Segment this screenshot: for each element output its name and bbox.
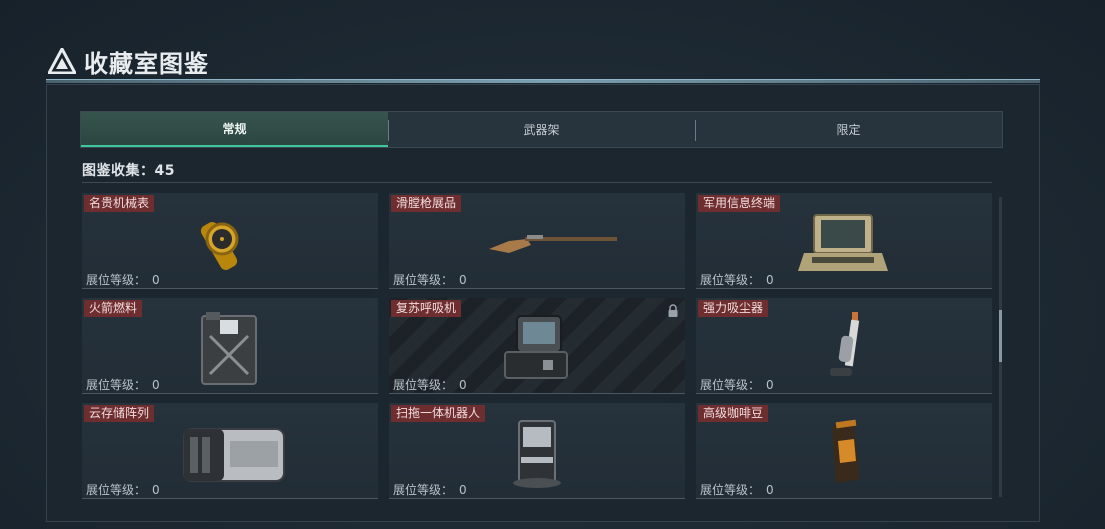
booth-level: 展位等级： 0 <box>393 483 467 497</box>
ventilator-icon <box>504 315 568 379</box>
item-name: 扫拖一体机器人 <box>391 405 486 422</box>
item-card[interactable]: 火箭燃料 展位等级： 0 <box>82 298 378 394</box>
storage-array-icon <box>183 428 285 482</box>
item-card[interactable]: 扫拖一体机器人 展位等级： 0 <box>389 403 685 499</box>
vacuum-cleaner-icon <box>830 312 860 376</box>
item-name: 火箭燃料 <box>84 300 143 317</box>
collection-divider <box>82 182 992 183</box>
item-grid: 名贵机械表 展位等级： 0 滑膛枪展品 展位等级： 0 军用信息终端 展位等级： 0 … <box>82 193 992 503</box>
item-card[interactable]: 滑膛枪展品 展位等级： 0 <box>389 193 685 289</box>
coffee-bag-icon <box>832 419 860 483</box>
booth-level: 展位等级： 0 <box>393 273 467 287</box>
tab-weapon-rack[interactable]: 武器架 <box>388 112 695 147</box>
musket-icon <box>489 235 617 253</box>
item-name: 复苏呼吸机 <box>391 300 462 317</box>
tab-limited[interactable]: 限定 <box>695 112 1002 147</box>
item-name: 云存储阵列 <box>84 405 155 422</box>
booth-level: 展位等级： 0 <box>700 483 774 497</box>
page-header: 收藏室图鉴 <box>48 44 209 78</box>
item-card[interactable]: 高级咖啡豆 展位等级： 0 <box>696 403 992 499</box>
booth-level: 展位等级： 0 <box>393 378 467 392</box>
item-card[interactable]: 云存储阵列 展位等级： 0 <box>82 403 378 499</box>
gold-watch-icon <box>200 222 239 270</box>
fuel-can-icon <box>201 312 257 385</box>
item-name: 滑膛枪展品 <box>391 195 462 212</box>
item-name: 高级咖啡豆 <box>698 405 769 422</box>
tab-regular[interactable]: 常规 <box>81 112 388 147</box>
item-name: 军用信息终端 <box>698 195 781 212</box>
booth-level: 展位等级： 0 <box>86 273 160 287</box>
lock-icon <box>668 304 678 317</box>
robot-vacuum-station-icon <box>513 420 561 488</box>
booth-level: 展位等级： 0 <box>700 378 774 392</box>
collection-count: 图鉴收集：45 <box>82 163 175 179</box>
scrollbar-thumb[interactable] <box>999 310 1002 362</box>
title-divider <box>46 79 1040 83</box>
item-card[interactable]: 强力吸尘器 展位等级： 0 <box>696 298 992 394</box>
page-title: 收藏室图鉴 <box>84 49 209 78</box>
item-card[interactable]: 复苏呼吸机 展位等级： 0 <box>389 298 685 394</box>
booth-level: 展位等级： 0 <box>86 378 160 392</box>
booth-level: 展位等级： 0 <box>86 483 160 497</box>
item-card[interactable]: 军用信息终端 展位等级： 0 <box>696 193 992 289</box>
item-name: 名贵机械表 <box>84 195 155 212</box>
triangle-logo-icon <box>48 48 76 74</box>
item-name: 强力吸尘器 <box>698 300 769 317</box>
military-terminal-icon <box>798 214 888 271</box>
tab-bar: 常规 武器架 限定 <box>80 111 1003 148</box>
booth-level: 展位等级： 0 <box>700 273 774 287</box>
item-card[interactable]: 名贵机械表 展位等级： 0 <box>82 193 378 289</box>
